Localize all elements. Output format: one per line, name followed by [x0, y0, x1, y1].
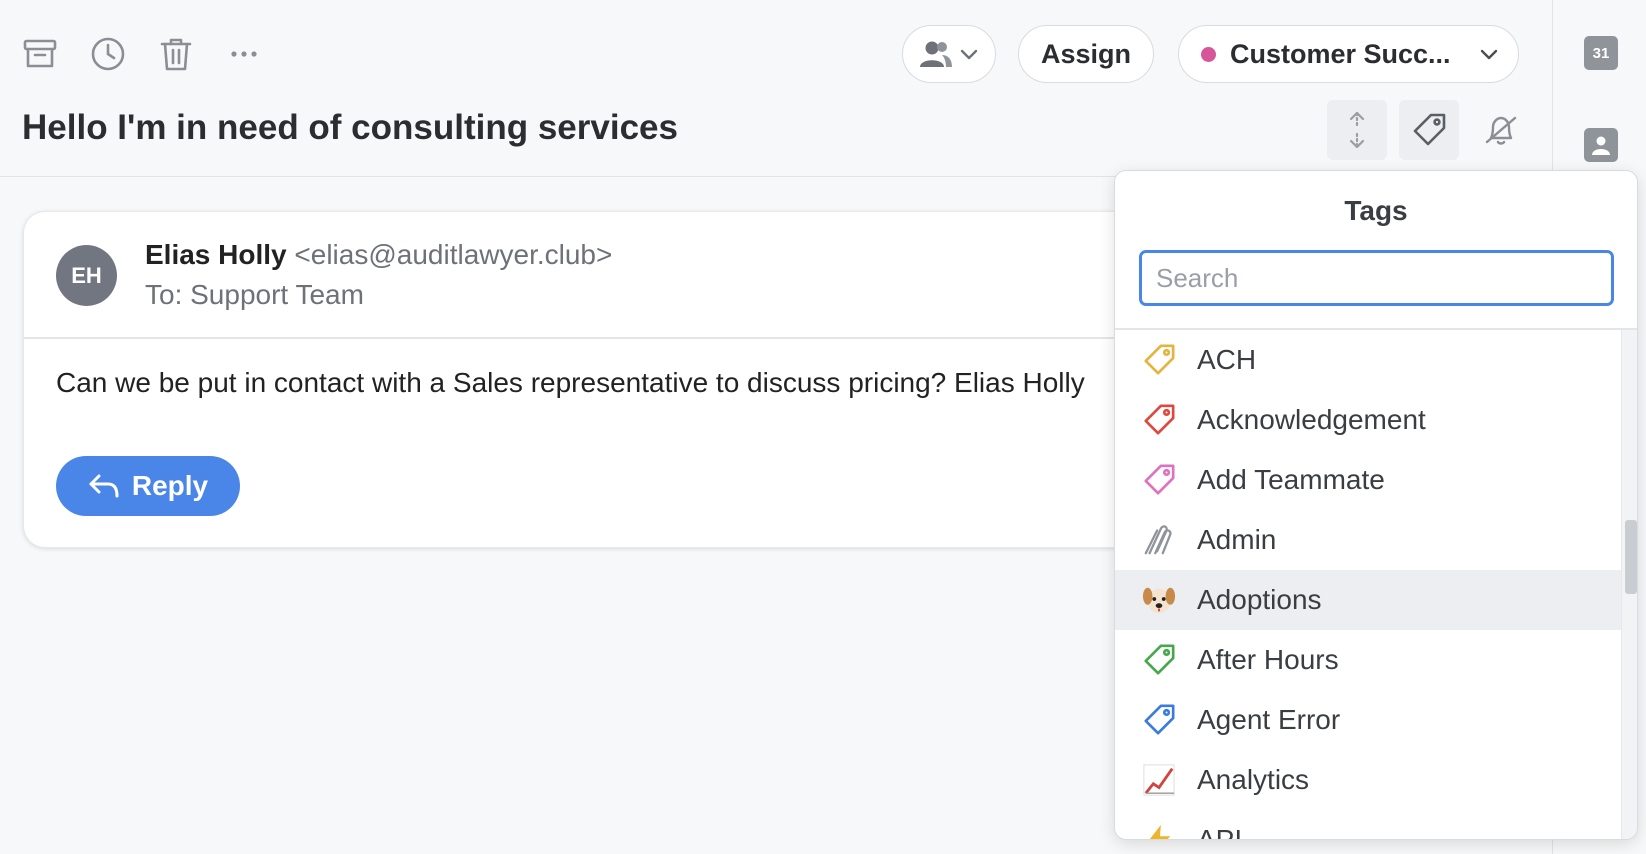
- sender-name[interactable]: Elias Holly: [145, 239, 287, 270]
- followers-dropdown-button[interactable]: [902, 25, 996, 83]
- people-icon: [920, 41, 952, 67]
- tag-option-label: Analytics: [1197, 764, 1310, 795]
- tag-option[interactable]: Analytics: [1115, 750, 1621, 810]
- tags-dropdown-title: Tags: [1344, 195, 1408, 226]
- tag-option-label: ACH: [1197, 344, 1257, 375]
- team-label: Customer Succ...: [1230, 38, 1451, 69]
- tag-icon: [1141, 342, 1177, 378]
- tag-option-label: After Hours: [1197, 644, 1339, 675]
- chevron-down-icon: [1480, 49, 1498, 60]
- sender-email: <elias@auditlawyer.club>: [294, 239, 613, 270]
- assign-button[interactable]: Assign: [1018, 25, 1154, 83]
- conversation-subject: Hello I'm in need of consulting services: [22, 108, 678, 147]
- archive-icon[interactable]: [20, 34, 60, 74]
- tag-search-input[interactable]: [1139, 250, 1614, 306]
- tag-option[interactable]: Acknowledgement: [1115, 390, 1621, 450]
- tag-option-label: Agent Error: [1197, 704, 1341, 735]
- tag-option[interactable]: Add Teammate: [1115, 450, 1621, 510]
- trash-icon[interactable]: [156, 34, 196, 74]
- tag-icon: [1141, 642, 1177, 678]
- tag-option-label: Admin: [1197, 524, 1277, 555]
- bell-off-icon: [1485, 116, 1517, 145]
- tag-icon: [1413, 113, 1446, 146]
- assign-label: Assign: [1040, 38, 1132, 69]
- tag-icon: [1141, 462, 1177, 498]
- message-body: Can we be put in contact with a Sales re…: [56, 367, 1085, 398]
- chart-icon: [1141, 762, 1177, 798]
- tag-option-label: Add Teammate: [1197, 464, 1385, 495]
- reply-arrow-icon: [89, 474, 119, 498]
- notifications-button[interactable]: [1471, 100, 1531, 160]
- calendar-day: 31: [1592, 44, 1610, 62]
- tag-icon: [1141, 402, 1177, 438]
- calendar-icon[interactable]: 31: [1584, 36, 1618, 70]
- tag-option-label: Adoptions: [1197, 584, 1322, 615]
- expand-collapse-button[interactable]: [1327, 100, 1387, 160]
- tag-option[interactable]: API: [1115, 810, 1621, 840]
- tag-option[interactable]: After Hours: [1115, 630, 1621, 690]
- tags-scrollbar-thumb[interactable]: [1625, 520, 1637, 594]
- tag-button[interactable]: [1399, 100, 1459, 160]
- reply-label: Reply: [131, 470, 209, 501]
- tag-icon: [1141, 702, 1177, 738]
- dog-icon: [1141, 582, 1177, 618]
- contact-icon[interactable]: [1584, 128, 1618, 162]
- inbox-team-dropdown[interactable]: Customer Succ...: [1178, 25, 1519, 83]
- recipient-line: To: Support Team: [145, 279, 364, 310]
- team-color-dot: [1201, 46, 1216, 62]
- more-icon[interactable]: [224, 34, 264, 74]
- tag-option[interactable]: Adoptions: [1115, 570, 1621, 630]
- tag-option[interactable]: ACH: [1115, 330, 1621, 390]
- lightning-icon: [1141, 822, 1177, 839]
- expand-vertical-icon: [1349, 111, 1365, 149]
- sender-line: Elias Holly <elias@auditlawyer.club>: [145, 239, 612, 271]
- paperclip-icon: [1141, 522, 1177, 558]
- avatar: EH: [56, 245, 117, 306]
- tag-option[interactable]: Admin: [1115, 510, 1621, 570]
- chevron-down-icon: [960, 49, 978, 60]
- clock-icon[interactable]: [88, 34, 128, 74]
- tags-dropdown: Tags ACH Acknowledgement Add Teammate Admin…: [1114, 170, 1638, 840]
- tag-option-label: API: [1197, 824, 1243, 840]
- tag-option-label: Acknowledgement: [1197, 404, 1426, 435]
- tag-option[interactable]: Agent Error: [1115, 690, 1621, 750]
- tags-list: ACH Acknowledgement Add Teammate Admin Adopt…: [1115, 330, 1621, 840]
- reply-button[interactable]: Reply: [56, 456, 240, 516]
